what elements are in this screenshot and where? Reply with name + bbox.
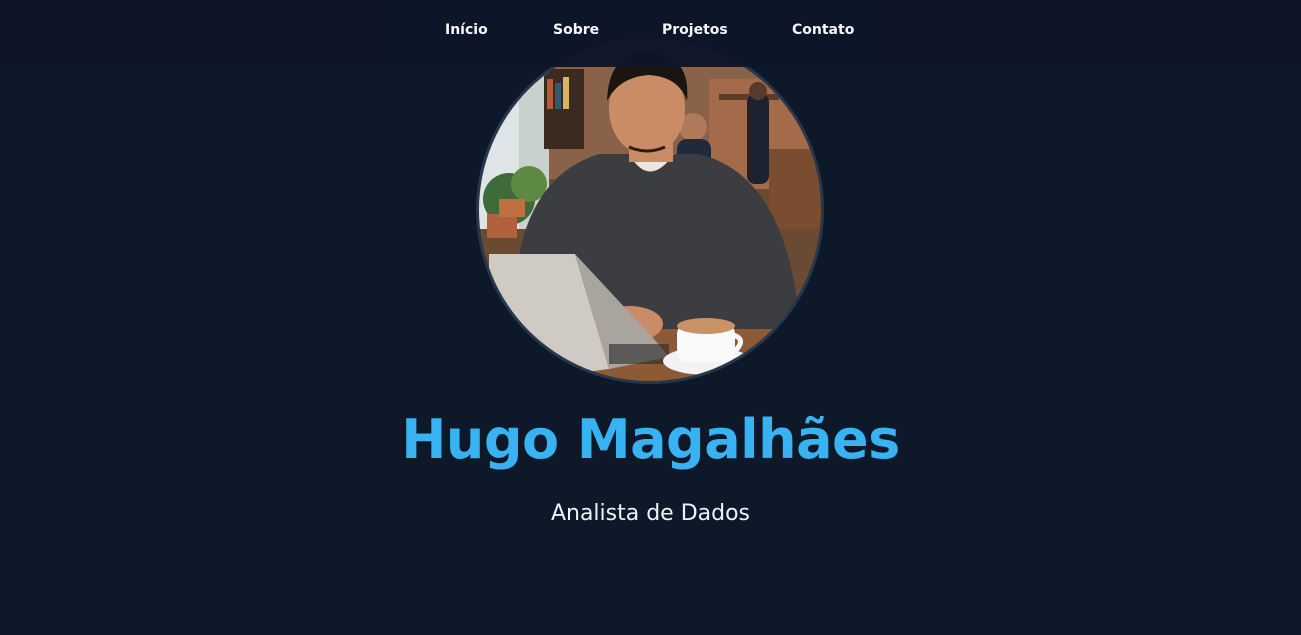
nav-link-contato[interactable]: Contato <box>792 22 854 38</box>
profile-photo <box>479 39 821 381</box>
nav-link-sobre[interactable]: Sobre <box>553 22 599 38</box>
nav-link-inicio[interactable]: Início <box>445 22 488 38</box>
profile-name: Hugo Magalhães <box>401 408 900 471</box>
nav-link-projetos[interactable]: Projetos <box>662 22 728 38</box>
profile-avatar <box>476 36 824 384</box>
top-navbar: Início Sobre Projetos Contato <box>0 0 1301 67</box>
profile-role: Analista de Dados <box>550 501 751 526</box>
